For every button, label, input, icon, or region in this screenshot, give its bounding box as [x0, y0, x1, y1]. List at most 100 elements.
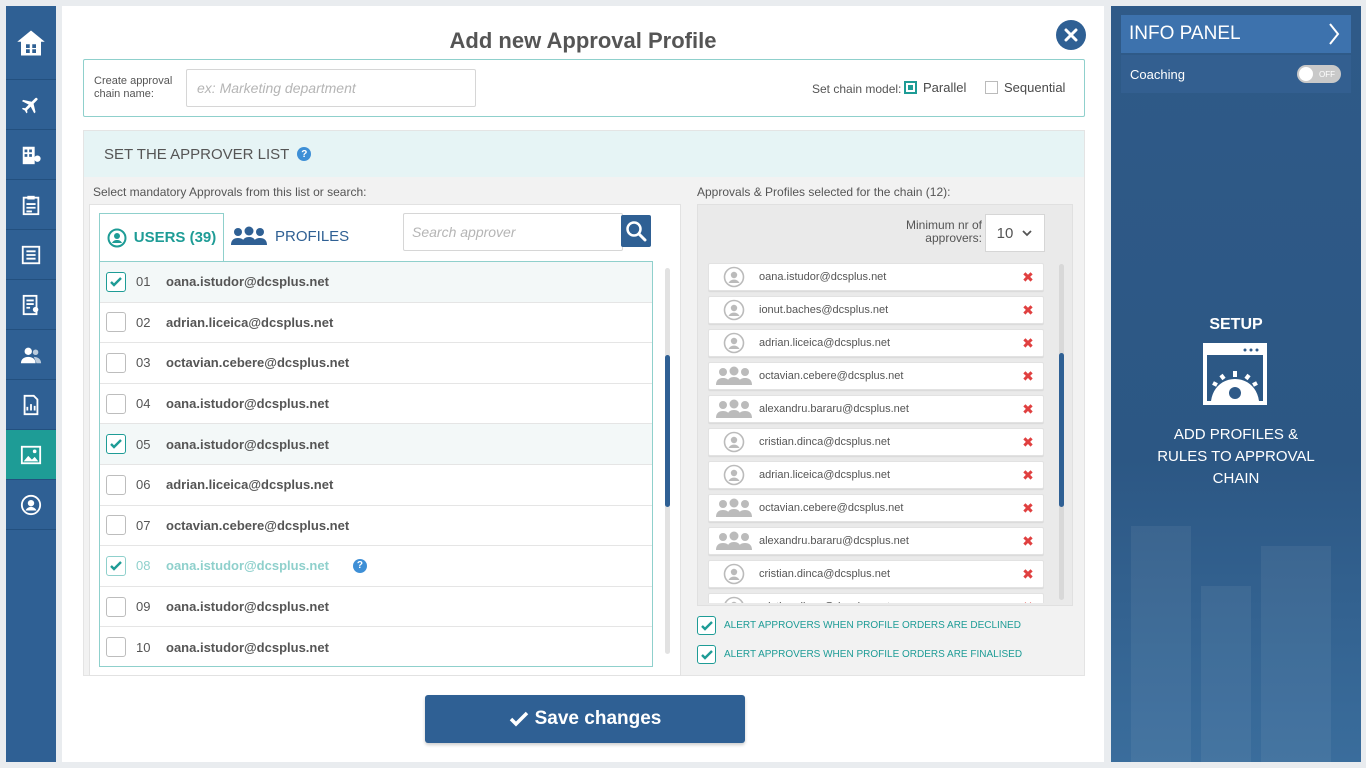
home-icon: [17, 30, 45, 55]
checkbox-unchecked-icon[interactable]: [106, 637, 126, 658]
remove-icon[interactable]: ✖: [1013, 533, 1043, 550]
search-icon: [626, 221, 647, 242]
user-email: oana.istudor@dcsplus.net: [166, 274, 329, 290]
checkbox-unchecked-icon[interactable]: [106, 393, 126, 414]
nav-home[interactable]: [6, 6, 56, 80]
check-icon: [509, 711, 528, 727]
approver-picker: USERS (39) PROFILES 01 oana.istudor@dcspl…: [89, 204, 681, 676]
nav-profile[interactable]: [6, 480, 56, 530]
checkbox-unchecked-icon[interactable]: [106, 596, 126, 617]
help-icon[interactable]: ?: [352, 558, 367, 573]
search-approver-input[interactable]: [403, 213, 623, 251]
radio-unchecked-icon: [985, 81, 998, 94]
selected-approver-email: adrian.liceica@dcsplus.net: [759, 337, 891, 349]
model-parallel-option[interactable]: Parallel: [904, 80, 966, 95]
approver-type-icon: [709, 464, 759, 486]
remove-icon[interactable]: ✖: [1013, 566, 1043, 583]
remove-icon[interactable]: ✖: [1013, 467, 1043, 484]
alert-finalised-option[interactable]: ALERT APPROVERS WHEN PROFILE ORDERS ARE …: [697, 645, 1022, 664]
remove-icon[interactable]: ✖: [1013, 302, 1043, 319]
tab-profiles-label: PROFILES: [275, 227, 350, 245]
checkbox-unchecked-icon[interactable]: [106, 515, 126, 536]
nav-hotels[interactable]: [6, 130, 56, 180]
info-panel-title: INFO PANEL: [1129, 23, 1241, 44]
approver-section-title: SET THE APPROVER LIST: [104, 145, 290, 163]
approver-type-icon: [709, 365, 759, 387]
model-sequential-label: Sequential: [1004, 80, 1066, 95]
chain-name-input[interactable]: [186, 69, 476, 107]
selected-approver-row: cristian.dinca@dcsplus.net✖: [708, 560, 1044, 588]
checkbox-checked-icon: [697, 616, 716, 635]
remove-icon[interactable]: ✖: [1013, 269, 1043, 286]
alert-finalised-label: ALERT APPROVERS WHEN PROFILE ORDERS ARE …: [724, 649, 1023, 660]
nav-reports[interactable]: [6, 280, 56, 330]
remove-icon[interactable]: ✖: [1013, 335, 1043, 352]
nav-users[interactable]: [6, 330, 56, 380]
tab-users[interactable]: USERS (39): [99, 213, 224, 261]
nav-flights[interactable]: [6, 80, 56, 130]
user-circle-icon: [20, 494, 42, 515]
min-approvers-select[interactable]: 10: [985, 214, 1045, 252]
chart-doc-icon: [23, 394, 39, 415]
selected-approver-email: octavian.cebere@dcsplus.net: [759, 502, 904, 514]
remove-icon[interactable]: ✖: [1013, 599, 1043, 604]
remove-icon[interactable]: ✖: [1013, 401, 1043, 418]
user-row[interactable]: 08 oana.istudor@dcsplus.net?: [100, 546, 652, 587]
toggle-knob: [1299, 67, 1313, 81]
checkbox-unchecked-icon[interactable]: [106, 352, 126, 373]
checkbox-unchecked-icon[interactable]: [106, 474, 126, 495]
selected-approver-row: ionut.baches@dcsplus.net ✖: [708, 296, 1044, 324]
selected-approver-email: cristian.dinca@dcsplus.net: [759, 436, 891, 448]
tab-users-label: USERS (39): [133, 229, 217, 246]
image-settings-icon: [20, 445, 42, 464]
nav-approval-setup[interactable]: [6, 430, 56, 480]
user-email: octavian.cebere@dcsplus.net: [166, 355, 350, 371]
checkbox-checked-icon[interactable]: [106, 434, 126, 455]
checkbox-checked-icon[interactable]: [106, 555, 126, 576]
user-list-scroll-thumb[interactable]: [665, 355, 670, 507]
approver-type-icon: [709, 431, 759, 453]
tab-profiles[interactable]: PROFILES: [230, 217, 350, 255]
remove-icon[interactable]: ✖: [1013, 368, 1043, 385]
nav-checklist[interactable]: [6, 180, 56, 230]
left-sidebar: [6, 6, 56, 762]
checkbox-unchecked-icon[interactable]: [106, 312, 126, 333]
user-row[interactable]: 06 adrian.liceica@dcsplus.net: [100, 465, 652, 506]
selected-approvers: Minimum nr of approvers: 10 oana.istudor…: [697, 204, 1073, 606]
remove-icon[interactable]: ✖: [1013, 500, 1043, 517]
save-changes-label: Save changes: [534, 708, 662, 729]
coaching-toggle[interactable]: OFF: [1297, 65, 1341, 83]
selected-approver-row: adrian.liceica@dcsplus.net ✖: [708, 461, 1044, 489]
selected-list-scroll-thumb[interactable]: [1059, 353, 1064, 507]
help-icon[interactable]: ?: [297, 147, 312, 161]
selected-approver-row: alexandru.bararu@dcsplus.net ✖: [708, 395, 1044, 423]
close-button[interactable]: [1056, 20, 1086, 50]
users-icon: [20, 347, 42, 363]
user-row[interactable]: 03 octavian.cebere@dcsplus.net: [100, 343, 652, 384]
user-row[interactable]: 10 oana.istudor@dcsplus.net: [100, 627, 652, 666]
user-row[interactable]: 04 oana.istudor@dcsplus.net: [100, 384, 652, 425]
setup-window-gear-icon: [1203, 343, 1267, 405]
selected-approver-row: cristian.dinca@dcsplus.net✖: [708, 593, 1044, 603]
search-button[interactable]: [621, 215, 651, 247]
user-row[interactable]: 02 adrian.liceica@dcsplus.net: [100, 303, 652, 344]
remove-icon[interactable]: ✖: [1013, 434, 1043, 451]
selected-approver-email: ionut.baches@dcsplus.net: [759, 304, 889, 316]
user-row[interactable]: 05 oana.istudor@dcsplus.net: [100, 424, 652, 465]
user-row[interactable]: 01 oana.istudor@dcsplus.net: [100, 262, 652, 303]
nav-documents[interactable]: [6, 230, 56, 280]
group-icon: [716, 366, 752, 385]
save-changes-button[interactable]: Save changes: [425, 695, 745, 743]
user-row[interactable]: 07 octavian.cebere@dcsplus.net: [100, 506, 652, 547]
nav-analytics[interactable]: [6, 380, 56, 430]
info-panel-header[interactable]: INFO PANEL: [1121, 15, 1351, 53]
chevron-down-icon: [1022, 230, 1032, 237]
alert-declined-option[interactable]: ALERT APPROVERS WHEN PROFILE ORDERS ARE …: [697, 616, 1021, 635]
user-row[interactable]: 09 oana.istudor@dcsplus.net: [100, 587, 652, 628]
user-avatar-icon: [723, 563, 745, 585]
approver-panel: SET THE APPROVER LIST ? Select mandatory…: [83, 130, 1085, 676]
checkbox-checked-icon[interactable]: [106, 271, 126, 292]
model-sequential-option[interactable]: Sequential: [985, 80, 1065, 95]
model-parallel-label: Parallel: [923, 80, 967, 95]
group-icon: [716, 531, 752, 550]
